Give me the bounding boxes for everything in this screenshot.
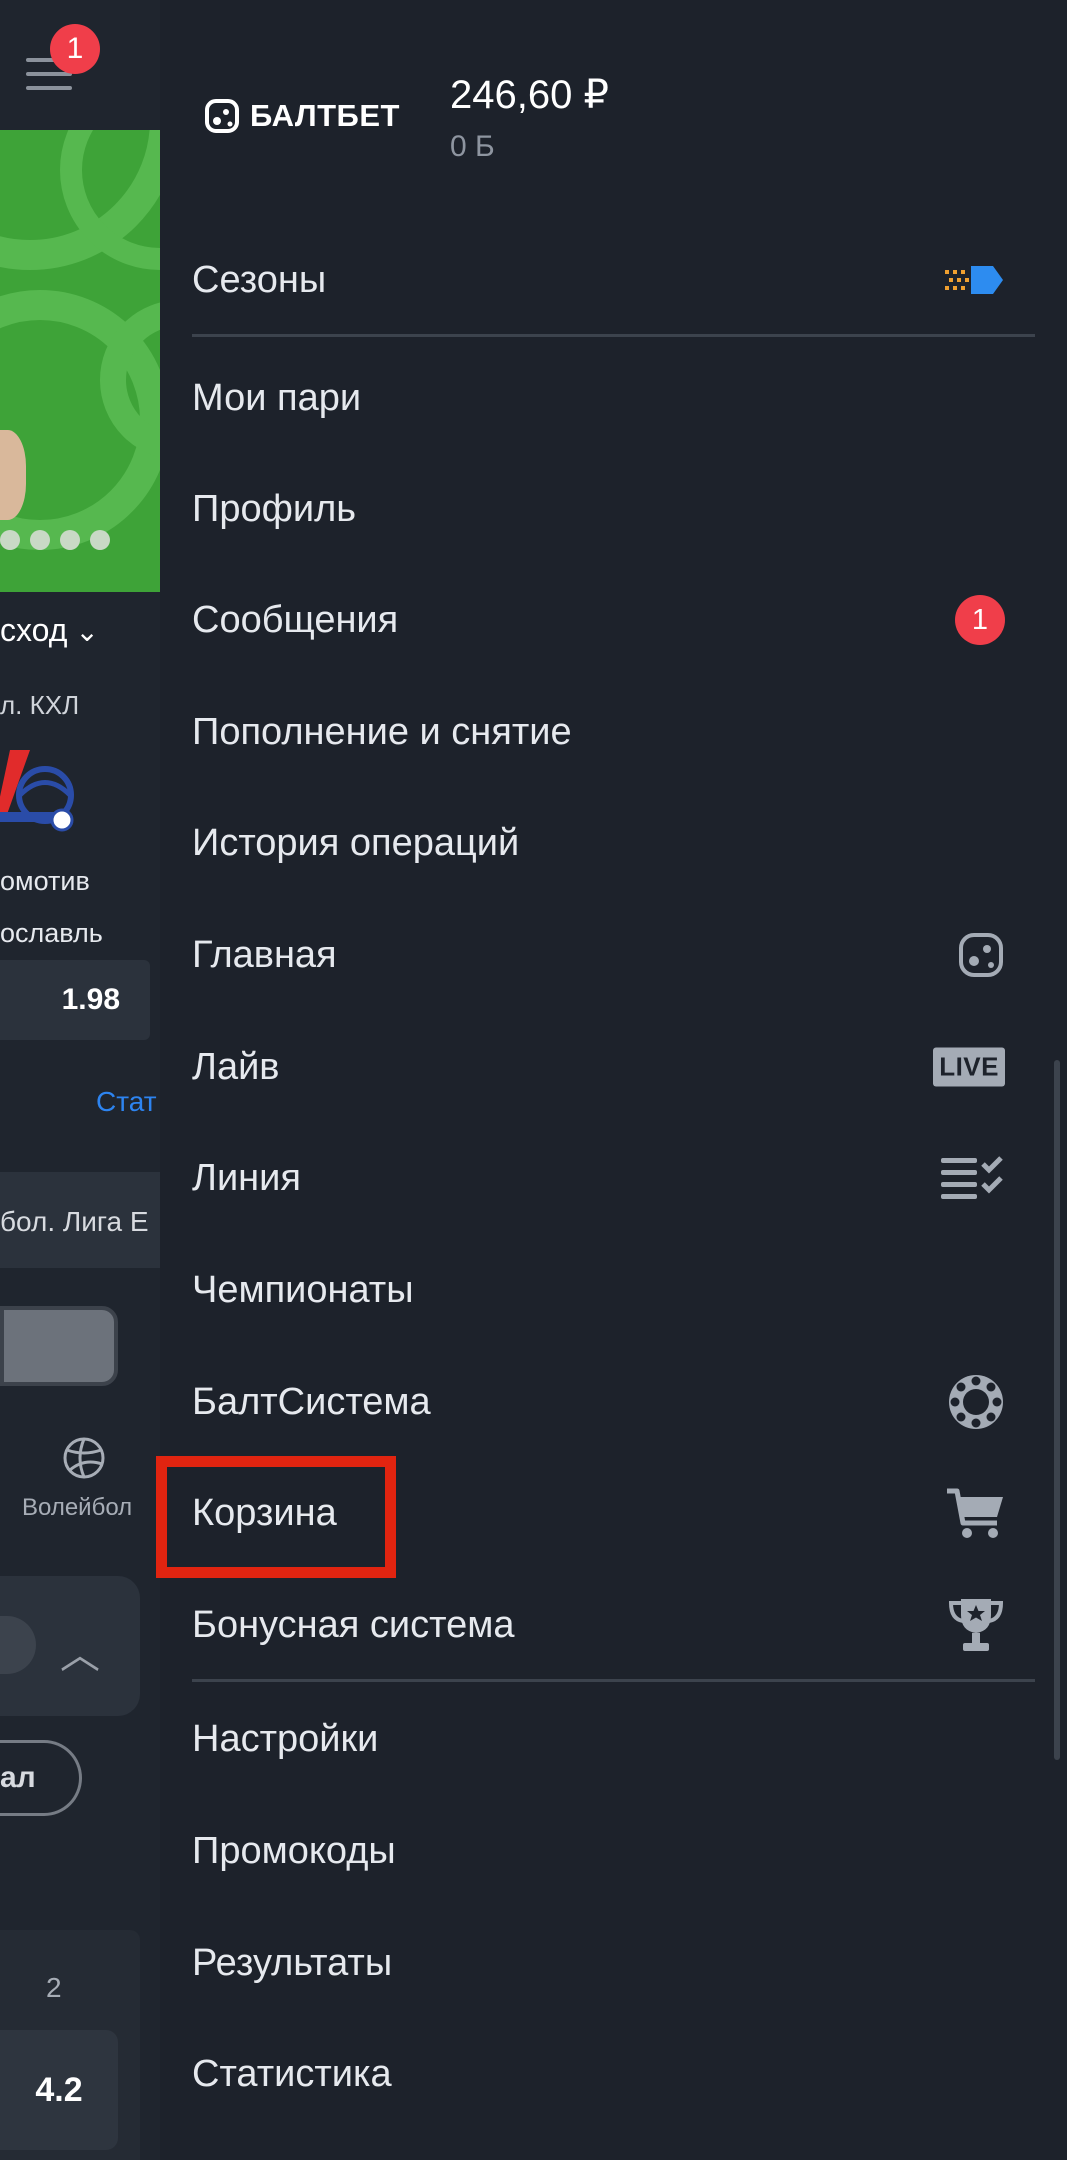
menu-item-settings[interactable]: Настройки <box>192 1683 1035 1795</box>
statistics-link[interactable]: Стат <box>96 1086 157 1118</box>
menu-item-championships[interactable]: Чемпионаты <box>192 1234 1035 1346</box>
menu-notification-badge: 1 <box>50 24 100 74</box>
checklist-icon <box>941 1154 1005 1202</box>
menu-item-history[interactable]: История операций <box>192 787 1035 899</box>
menu-item-label: БалтСистема <box>192 1380 431 1423</box>
odd-button[interactable]: 4.2 <box>0 2030 118 2150</box>
odds-column-label: 2 <box>46 1972 62 2003</box>
side-menu: БАЛТБЕТ 246,60 ₽ 0 Б Сезоны Мои пари Про… <box>160 0 1067 2160</box>
menu-item-label: Лайв <box>192 1045 280 1088</box>
volleyball-icon <box>63 1437 105 1479</box>
seasons-arrow-icon <box>943 262 1005 298</box>
promo-banner[interactable] <box>0 130 160 592</box>
messages-count-badge: 1 <box>955 595 1005 645</box>
account-balance[interactable]: 246,60 ₽ <box>450 72 609 118</box>
menu-item-label: Бонусная система <box>192 1603 515 1646</box>
trophy-icon <box>947 1595 1005 1655</box>
sport-label[interactable]: Волейбол <box>22 1494 132 1522</box>
outcome-label: сход <box>0 612 68 648</box>
menu-item-profile[interactable]: Профиль <box>192 453 1035 565</box>
menu-item-line[interactable]: Линия <box>192 1122 1035 1234</box>
menu-item-label: Пополнение и снятие <box>192 710 572 753</box>
menu-item-label: Статистика <box>192 2052 392 2095</box>
menu-header: БАЛТБЕТ 246,60 ₽ 0 Б <box>204 72 1067 182</box>
cart-highlight-box <box>156 1456 396 1578</box>
live-icon: LIVE <box>933 1047 1005 1087</box>
menu-item-label: Сезоны <box>192 258 327 301</box>
menu-item-label: Настройки <box>192 1717 379 1760</box>
menu-item-label: Сообщения <box>192 598 399 641</box>
team-name: омотив ославль <box>0 866 103 948</box>
team-logo-icon <box>0 750 74 832</box>
menu-item-label: Профиль <box>192 487 357 530</box>
menu-scrollbar[interactable] <box>1054 1060 1060 1760</box>
chevron-up-icon[interactable]: ︿ <box>60 1622 100 1680</box>
menu-item-label: Чемпионаты <box>192 1268 414 1311</box>
menu-item-label: Промокоды <box>192 1829 396 1872</box>
filter-card: ︿ <box>0 1576 140 1716</box>
baltbet-logo-icon <box>205 99 239 133</box>
search-field[interactable] <box>0 1306 118 1386</box>
menu-item-messages[interactable]: Сообщения 1 <box>192 564 1035 676</box>
menu-item-live[interactable]: Лайв LIVE <box>192 1011 1035 1123</box>
shopping-cart-icon <box>945 1485 1005 1541</box>
home-logo-icon <box>957 931 1005 979</box>
outcome-dropdown[interactable]: сход ⌄ <box>0 612 160 649</box>
bonus-balance: 0 Б <box>450 130 495 163</box>
league-label: л. КХЛ <box>0 690 80 720</box>
menu-item-main[interactable]: Главная <box>192 899 1035 1011</box>
menu-item-promocodes[interactable]: Промокоды <box>192 1795 1035 1907</box>
chevron-down-icon: ⌄ <box>75 616 99 647</box>
menu-item-seasons[interactable]: Сезоны <box>192 224 1035 336</box>
tournament-tab[interactable]: бол. Лига Е <box>0 1172 160 1268</box>
filter-chip[interactable]: ал <box>0 1740 82 1816</box>
menu-divider <box>192 1679 1035 1682</box>
menu-item-statistics[interactable]: Статистика <box>192 2018 1035 2130</box>
menu-item-my-bets[interactable]: Мои пари <box>192 342 1035 454</box>
brand-logo[interactable]: БАЛТБЕТ <box>204 98 400 134</box>
menu-item-label: Линия <box>192 1156 301 1199</box>
odd-button[interactable]: 1.98 <box>0 960 150 1040</box>
menu-item-label: История операций <box>192 821 520 864</box>
menu-divider <box>192 334 1035 337</box>
filter-pill[interactable] <box>0 1616 36 1674</box>
menu-item-label: Результаты <box>192 1941 393 1984</box>
background-page: 1 сход ⌄ л. КХЛ омотив ославль 1.98 Стат … <box>0 0 160 2160</box>
menu-item-results[interactable]: Результаты <box>192 1907 1035 2019</box>
poker-chip-icon <box>947 1373 1005 1431</box>
menu-item-label: Главная <box>192 933 337 976</box>
menu-item-bonus-system[interactable]: Бонусная система <box>192 1569 1035 1681</box>
brand-name: БАЛТБЕТ <box>250 98 400 133</box>
menu-item-label: Мои пари <box>192 376 362 419</box>
menu-item-deposit-withdraw[interactable]: Пополнение и снятие <box>192 676 1035 788</box>
menu-item-baltsystem[interactable]: БалтСистема <box>192 1346 1035 1458</box>
